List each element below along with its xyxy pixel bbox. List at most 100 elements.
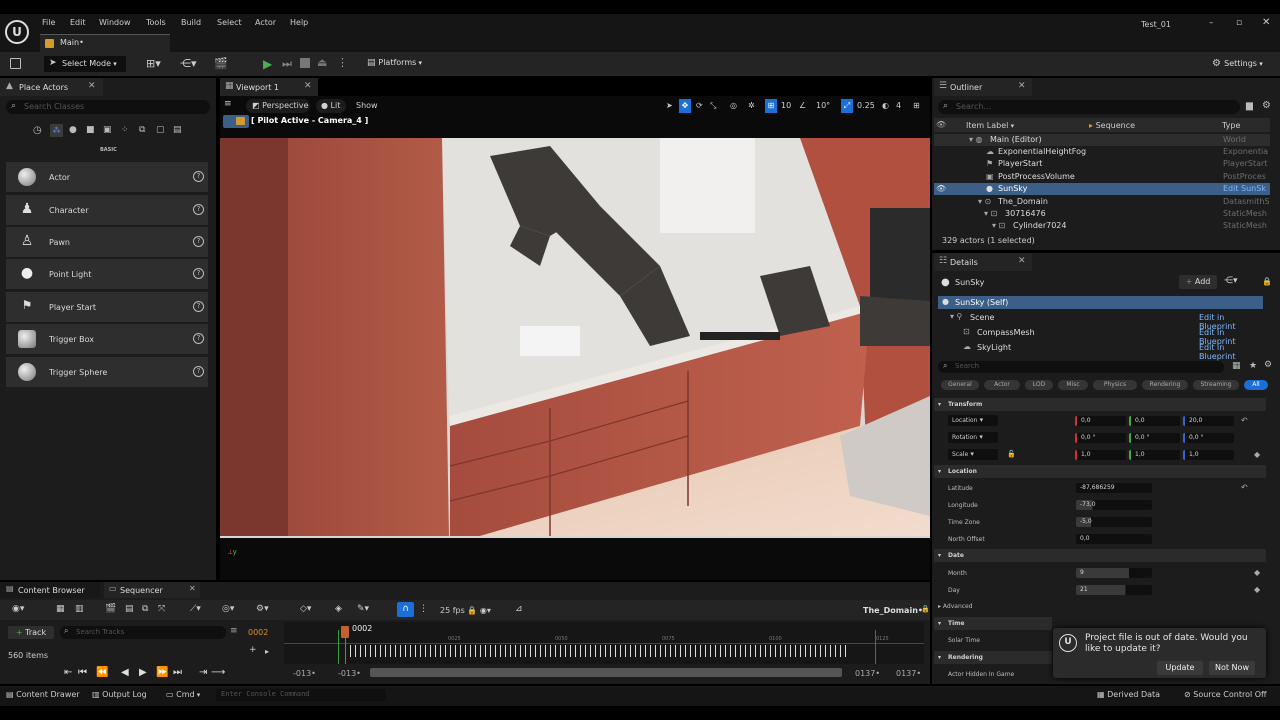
sequence-header[interactable]: ▸ Sequence [1089, 121, 1135, 130]
favorites-icon[interactable]: ★ [1249, 361, 1257, 371]
cmd-dropdown[interactable]: ▭ Cmd [166, 690, 200, 699]
add-component-button[interactable]: + Add [1179, 275, 1217, 289]
component-compass[interactable]: ⊡ CompassMesh Edit in Blueprint [938, 326, 1263, 346]
view-start-field[interactable]: -013• [293, 669, 316, 678]
close-tab-icon[interactable]: ✕ [189, 584, 196, 593]
recent-icon[interactable]: ◷ [33, 125, 42, 136]
menu-build[interactable]: Build [181, 18, 201, 27]
outliner-row-fog[interactable]: ☁ ExponentialHeightFog Exponentia [934, 146, 1270, 158]
details-settings-icon[interactable]: ⚙ [1264, 360, 1272, 370]
type-header[interactable]: Type [1222, 121, 1240, 130]
scale-snap-button[interactable]: ⤢ [841, 99, 853, 113]
prev-key-icon[interactable]: ⏮ [78, 667, 87, 678]
filter-actor[interactable]: Actor [984, 380, 1020, 390]
sequencer-tab[interactable]: ▭ Sequencer ✕ [104, 582, 200, 598]
next-frame-icon[interactable]: ⏩ [156, 667, 168, 678]
keyframe-icon[interactable]: ◆ [1254, 450, 1260, 459]
lock-icon[interactable]: 🔒 [1262, 277, 1272, 286]
volumes-category-icon[interactable]: ⧉ [139, 125, 145, 135]
blueprint-icon[interactable]: ⋲▾ [180, 57, 197, 70]
help-icon[interactable]: ? [193, 366, 204, 377]
current-frame-field[interactable]: 0002 [248, 628, 268, 637]
help-icon[interactable]: ? [193, 301, 204, 312]
camera-speed-icon[interactable]: ◐ [882, 99, 889, 113]
view-options-icon[interactable]: ◎▾ [222, 604, 234, 614]
longitude-field[interactable]: -73,0 [1076, 500, 1152, 510]
update-button[interactable]: Update [1157, 661, 1203, 675]
filter-misc[interactable]: Misc [1058, 380, 1088, 390]
advanced-toggle[interactable]: ▸ Advanced [938, 603, 973, 610]
outliner-row-cylinder[interactable]: ▾ ⊡ Cylinder7024 StaticMesh [934, 220, 1270, 230]
outliner-tab[interactable]: ☰ Outliner ✕ [934, 78, 1032, 96]
go-end-icon[interactable]: ⇥ [199, 667, 207, 678]
all-classes-icon[interactable]: ▢ [156, 125, 165, 135]
reset-latitude-icon[interactable]: ↶ [1241, 483, 1248, 492]
pilot-badge[interactable] [223, 115, 249, 128]
outliner-row-domain[interactable]: ▾ ⊙ The_Domain DatasmithS [934, 196, 1270, 208]
tracks-search-input[interactable]: ⌕ Search Tracks [60, 626, 226, 639]
platforms-button[interactable]: ▤ Platforms [367, 58, 422, 68]
visual-category-icon[interactable]: ⁘ [121, 125, 129, 135]
visibility-header-icon[interactable]: 👁 [936, 120, 946, 129]
world-icon[interactable]: ◎ [730, 99, 737, 113]
derived-data-button[interactable]: ▦ Derived Data [1097, 690, 1160, 699]
maximize-icon[interactable]: ▫ [1236, 18, 1242, 28]
rotation-dropdown[interactable]: Rotation [948, 432, 998, 443]
actor-item-pawn[interactable]: ♙ Pawn ? [6, 227, 208, 257]
day-keyframe-icon[interactable]: ◆ [1254, 585, 1260, 594]
viewport-tab[interactable]: ▦ Viewport 1 ✕ [220, 78, 318, 96]
help-icon[interactable]: ? [193, 236, 204, 247]
range-scrollbar[interactable] [370, 668, 842, 677]
expand-icon[interactable]: ▸ [265, 647, 269, 656]
actor-item-trigger-box[interactable]: Trigger Box ? [6, 324, 208, 354]
curve-editor-icon[interactable]: ⊿ [515, 604, 523, 614]
item-label-header[interactable]: Item Label [966, 121, 1014, 130]
scale-dropdown[interactable]: Scale [948, 449, 998, 460]
help-icon[interactable]: ? [193, 171, 204, 182]
close-tab-icon[interactable]: ✕ [88, 81, 96, 91]
actor-item-actor[interactable]: Actor ? [6, 162, 208, 192]
close-tab-icon[interactable]: ✕ [1018, 81, 1026, 91]
month-keyframe-icon[interactable]: ◆ [1254, 568, 1260, 577]
menu-select[interactable]: Select [217, 18, 242, 27]
scale-z-field[interactable]: 1,0 [1183, 450, 1234, 460]
grid-size-value[interactable]: 10 [781, 99, 791, 113]
actions-icon[interactable]: ▤ [125, 604, 134, 614]
help-icon[interactable]: ? [193, 333, 204, 344]
grid-snap-button[interactable]: ⊞ [765, 99, 777, 113]
cinematics-icon[interactable]: 🎬 [214, 57, 228, 70]
layout-icon[interactable]: ⊞ [913, 99, 920, 113]
component-scene[interactable]: ▾ ⚲ Scene Edit in Blueprint [938, 311, 1263, 331]
add-key-icon[interactable]: ◇▾ [300, 604, 311, 614]
key-type-icon[interactable]: ◈ [335, 604, 342, 614]
rotation-z-field[interactable]: 0,0 ° [1183, 433, 1234, 443]
main-tab[interactable]: Main• [40, 34, 170, 52]
transform-section[interactable]: Transform [934, 398, 1266, 411]
misc-category-icon[interactable]: ▤ [173, 125, 182, 135]
close-tab-icon[interactable]: ✕ [304, 81, 312, 91]
camera-cut-icon[interactable]: ⧉ [142, 604, 148, 614]
rotation-y-field[interactable]: 0,0 ° [1129, 433, 1180, 443]
details-search-input[interactable]: ⌕ Search [938, 361, 1224, 373]
classes-search-input[interactable]: ⌕ Search Classes [6, 100, 210, 114]
output-log-button[interactable]: ▥ Output Log [92, 690, 147, 699]
actor-item-character[interactable]: ♟ Character ? [6, 195, 208, 225]
component-skylight[interactable]: ☁ SkyLight Edit in Blueprint [938, 341, 1263, 361]
minimize-icon[interactable]: – [1209, 18, 1214, 28]
shapes-category-icon[interactable]: ■ [86, 125, 95, 135]
add-content-icon[interactable]: ⊞▾ [146, 57, 161, 70]
reverse-play-icon[interactable]: ◀ [121, 667, 129, 678]
add-folder-icon[interactable]: + [249, 645, 257, 655]
loop-icon[interactable]: ⟶ [211, 667, 225, 678]
prev-frame-icon[interactable]: ⏪ [96, 667, 108, 678]
play-icon[interactable]: ▶ [139, 667, 147, 678]
location-section[interactable]: Location [934, 465, 1266, 478]
fps-dropdown[interactable]: 25 fps 🔒 ◉▾ [440, 606, 491, 615]
show-button[interactable]: Show [352, 99, 382, 113]
filter-icon[interactable]: ≡ [230, 626, 238, 636]
outliner-row-postprocess[interactable]: ▣ PostProcessVolume PostProces [934, 171, 1270, 183]
rotation-x-field[interactable]: 0,0 ° [1075, 433, 1126, 443]
outliner-settings-icon[interactable]: ⚙ [1262, 100, 1271, 111]
menu-help[interactable]: Help [290, 18, 308, 27]
outliner-row-mesh[interactable]: ▾ ⊡ 30716476 StaticMesh [934, 208, 1270, 220]
